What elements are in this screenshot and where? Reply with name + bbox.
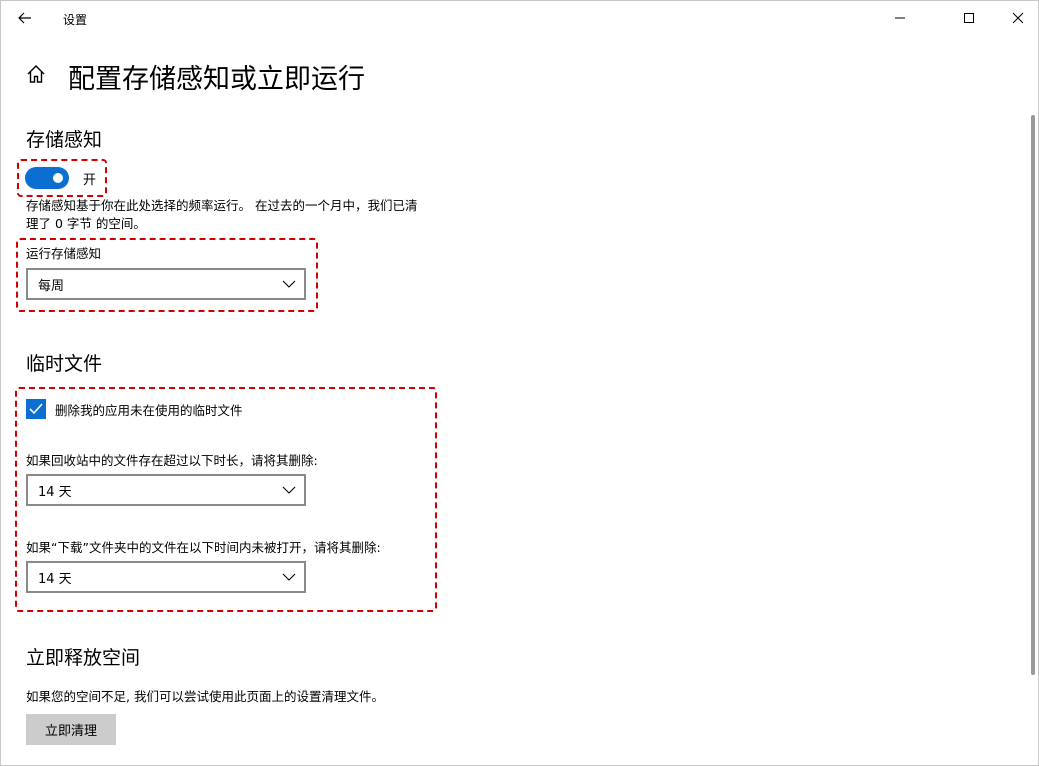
app-title: 设置 bbox=[63, 13, 88, 27]
delete-temp-files-row: 删除我的应用未在使用的临时文件 bbox=[26, 399, 243, 419]
storage-sense-toggle[interactable] bbox=[25, 167, 69, 189]
maximize-icon bbox=[964, 13, 974, 23]
chevron-down-icon bbox=[282, 280, 296, 288]
storage-sense-heading: 存储感知 bbox=[26, 129, 103, 151]
close-button[interactable] bbox=[995, 1, 1039, 35]
close-icon bbox=[1012, 12, 1024, 24]
back-button[interactable] bbox=[9, 3, 41, 33]
run-frequency-value: 每周 bbox=[38, 278, 65, 294]
title-bar: 设置 bbox=[1, 1, 1038, 35]
chevron-down-icon bbox=[282, 573, 296, 581]
temp-files-heading: 临时文件 bbox=[26, 353, 103, 375]
downloads-label: 如果“下载”文件夹中的文件在以下时间内未被打开，请将其删除: bbox=[26, 540, 381, 555]
maximize-button[interactable] bbox=[946, 1, 992, 35]
scrollbar[interactable] bbox=[1031, 115, 1035, 675]
description-line-2: 理了 0 字节 的空间。 bbox=[26, 216, 146, 231]
recycle-bin-label: 如果回收站中的文件存在超过以下时长，请将其删除: bbox=[26, 453, 318, 468]
home-icon[interactable] bbox=[25, 63, 47, 85]
settings-window: 设置 配置存储感知或立即运行 存储感知 开 存储感知基于你在此处选择的频率运行。… bbox=[0, 0, 1039, 766]
minimize-button[interactable] bbox=[877, 1, 923, 35]
toggle-label: 开 bbox=[83, 172, 97, 188]
chevron-down-icon bbox=[282, 486, 296, 494]
recycle-bin-dropdown[interactable]: 14 天 bbox=[26, 474, 306, 506]
downloads-value: 14 天 bbox=[38, 571, 72, 587]
back-arrow-icon bbox=[18, 12, 31, 24]
page-title: 配置存储感知或立即运行 bbox=[68, 64, 365, 95]
storage-sense-toggle-row: 开 bbox=[25, 167, 96, 189]
free-space-description: 如果您的空间不足, 我们可以尝试使用此页面上的设置清理文件。 bbox=[26, 689, 384, 704]
checkmark-icon bbox=[29, 403, 43, 415]
run-frequency-label: 运行存储感知 bbox=[26, 246, 102, 261]
description-line-1: 存储感知基于你在此处选择的频率运行。 在过去的一个月中，我们已清 bbox=[26, 198, 418, 213]
storage-sense-description: 存储感知基于你在此处选择的频率运行。 在过去的一个月中，我们已清 理了 0 字节… bbox=[26, 197, 486, 233]
free-space-heading: 立即释放空间 bbox=[26, 647, 141, 669]
recycle-bin-value: 14 天 bbox=[38, 484, 72, 500]
run-frequency-dropdown[interactable]: 每周 bbox=[26, 268, 306, 300]
downloads-dropdown[interactable]: 14 天 bbox=[26, 561, 306, 593]
toggle-knob bbox=[53, 173, 63, 183]
clean-now-button[interactable]: 立即清理 bbox=[26, 714, 116, 745]
delete-temp-files-label: 删除我的应用未在使用的临时文件 bbox=[55, 402, 243, 418]
delete-temp-files-checkbox[interactable] bbox=[26, 399, 46, 419]
minimize-icon bbox=[895, 17, 905, 19]
